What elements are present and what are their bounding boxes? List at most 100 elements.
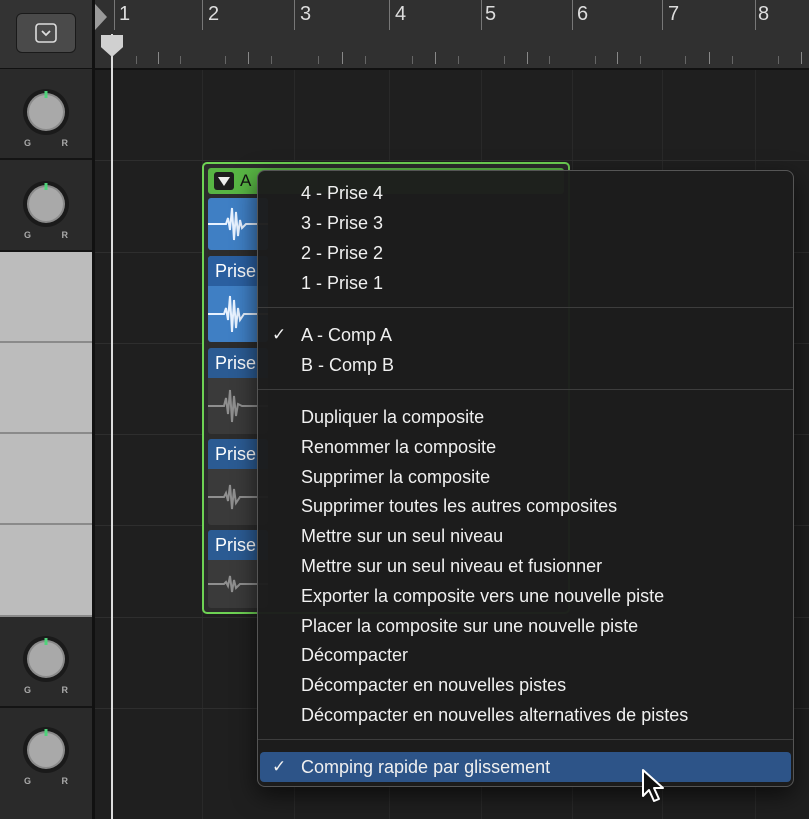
ruler-tick xyxy=(271,56,272,64)
take-lane-header-1[interactable] xyxy=(0,252,94,343)
menu-item-label: 3 - Prise 3 xyxy=(301,213,384,233)
menu-item-quick-swipe-comping[interactable]: ✓ Comping rapide par glissement xyxy=(260,752,791,782)
menu-item-flatten-merge[interactable]: Mettre sur un seul niveau et fusionner xyxy=(258,551,793,581)
mouse-pointer-icon xyxy=(642,769,664,802)
menu-item-label: Mettre sur un seul niveau et fusionner xyxy=(301,556,603,576)
bar-number: 2 xyxy=(208,3,220,25)
menu-item-label: B - Comp B xyxy=(301,355,395,375)
menu-item-label: 2 - Prise 2 xyxy=(301,243,384,263)
menu-item-label: Dupliquer la composite xyxy=(301,407,485,427)
ruler-tick xyxy=(180,56,181,64)
ruler-tick xyxy=(435,52,436,64)
bar-number: 8 xyxy=(758,3,770,25)
ruler-tick xyxy=(732,56,733,64)
bar-number: 3 xyxy=(300,3,312,25)
ruler-tick xyxy=(504,56,505,64)
take-lane-header-2[interactable] xyxy=(0,343,94,434)
ruler-tick xyxy=(158,52,159,64)
knob-label-left: G xyxy=(24,138,32,148)
menu-item-unpack-new-tracks[interactable]: Décompacter en nouvelles pistes xyxy=(258,670,793,700)
menu-item-label: Décompacter xyxy=(301,645,409,665)
menu-item-label: Exporter la composite vers une nouvelle … xyxy=(301,586,665,606)
menu-item-take-3[interactable]: 3 - Prise 3 xyxy=(258,208,793,238)
checkmark-icon: ✓ xyxy=(272,325,287,344)
menu-item-label: 4 - Prise 4 xyxy=(301,183,384,203)
checkmark-icon: ✓ xyxy=(272,757,287,776)
knob-label-right: R xyxy=(61,230,69,240)
menu-item-move-comp-new-track[interactable]: Placer la composite sur une nouvelle pis… xyxy=(258,611,793,641)
ruler-tick xyxy=(318,56,319,64)
ruler-tick xyxy=(595,56,596,64)
take-folder-context-menu: 4 - Prise 4 3 - Prise 3 2 - Prise 2 1 - … xyxy=(257,170,794,787)
knob-label-right: R xyxy=(61,776,69,786)
menu-item-label: Placer la composite sur une nouvelle pis… xyxy=(301,616,639,636)
menu-item-duplicate-comp[interactable]: Dupliquer la composite xyxy=(258,402,793,432)
track-header-4[interactable]: GR xyxy=(0,708,94,819)
menu-item-delete-other-comps[interactable]: Supprimer toutes les autres composites xyxy=(258,491,793,521)
ruler-tick xyxy=(342,52,343,64)
pan-knob-icon[interactable] xyxy=(22,635,70,683)
disclosure-triangle-icon[interactable] xyxy=(214,172,234,190)
ruler-tick xyxy=(248,52,249,64)
knob-label-left: G xyxy=(24,685,32,695)
bar-number: 1 xyxy=(119,3,131,25)
ruler-tick xyxy=(801,52,802,64)
menu-item-label: Renommer la composite xyxy=(301,437,497,457)
menu-item-flatten[interactable]: Mettre sur un seul niveau xyxy=(258,521,793,551)
cycle-marker-icon[interactable] xyxy=(95,4,107,30)
menu-item-label: Comping rapide par glissement xyxy=(301,757,551,777)
dropdown-box-icon xyxy=(35,23,57,43)
bar-number: 7 xyxy=(668,3,680,25)
knob-label-left: G xyxy=(24,776,32,786)
track-header-column: GR GR GR GR xyxy=(0,0,94,819)
menu-separator xyxy=(258,307,793,308)
comp-name-label: A xyxy=(240,171,252,190)
menu-item-take-2[interactable]: 2 - Prise 2 xyxy=(258,238,793,268)
knob-label-right: R xyxy=(61,685,69,695)
ruler-tick xyxy=(709,52,710,64)
menu-item-comp-b[interactable]: B - Comp B xyxy=(258,350,793,380)
track-header-2[interactable]: GR xyxy=(0,160,94,252)
menu-item-export-comp-new-track[interactable]: Exporter la composite vers une nouvelle … xyxy=(258,581,793,611)
menu-item-label: A - Comp A xyxy=(301,325,393,345)
menu-item-take-1[interactable]: 1 - Prise 1 xyxy=(258,268,793,298)
menu-item-unpack-alternatives[interactable]: Décompacter en nouvelles alternatives de… xyxy=(258,700,793,730)
menu-item-label: Décompacter en nouvelles pistes xyxy=(301,675,567,695)
pan-knob-icon[interactable] xyxy=(22,88,70,136)
ruler-tick xyxy=(778,56,779,64)
pan-knob-icon[interactable] xyxy=(22,180,70,228)
menu-item-label: Mettre sur un seul niveau xyxy=(301,526,504,546)
menu-item-unpack[interactable]: Décompacter xyxy=(258,640,793,670)
menu-item-take-4[interactable]: 4 - Prise 4 xyxy=(258,178,793,208)
knob-label-right: R xyxy=(61,138,69,148)
playhead[interactable] xyxy=(111,34,113,819)
menu-item-label: Supprimer toutes les autres composites xyxy=(301,496,618,516)
menu-item-comp-a[interactable]: ✓ A - Comp A xyxy=(258,320,793,350)
bar-number: 5 xyxy=(485,3,497,25)
ruler-tick xyxy=(458,56,459,64)
track-header-1[interactable]: GR xyxy=(0,70,94,160)
ruler-tick xyxy=(640,56,641,64)
take-lane-header-4[interactable] xyxy=(0,525,94,617)
menu-separator xyxy=(258,389,793,390)
ruler-tick xyxy=(527,52,528,64)
take-lane-header-3[interactable] xyxy=(0,434,94,525)
ruler-tick xyxy=(412,56,413,64)
pan-knob-icon[interactable] xyxy=(22,726,70,774)
ruler-tick xyxy=(685,56,686,64)
bar-number: 4 xyxy=(395,3,407,25)
ruler-tick xyxy=(136,56,137,64)
menu-item-label: Supprimer la composite xyxy=(301,467,491,487)
track-list-menu-button[interactable] xyxy=(16,13,76,53)
ruler-tick xyxy=(617,52,618,64)
menu-item-delete-comp[interactable]: Supprimer la composite xyxy=(258,462,793,492)
menu-item-rename-comp[interactable]: Renommer la composite xyxy=(258,432,793,462)
track-header-3[interactable]: GR xyxy=(0,617,94,708)
ruler-tick xyxy=(225,56,226,64)
track-header-toolbar xyxy=(0,0,94,69)
ruler-tick xyxy=(549,56,550,64)
menu-item-label: Décompacter en nouvelles alternatives de… xyxy=(301,705,689,725)
menu-item-label: 1 - Prise 1 xyxy=(301,273,384,293)
bar-ruler[interactable]: 1 2 3 4 5 6 7 8 xyxy=(95,0,809,70)
ruler-tick xyxy=(365,56,366,64)
